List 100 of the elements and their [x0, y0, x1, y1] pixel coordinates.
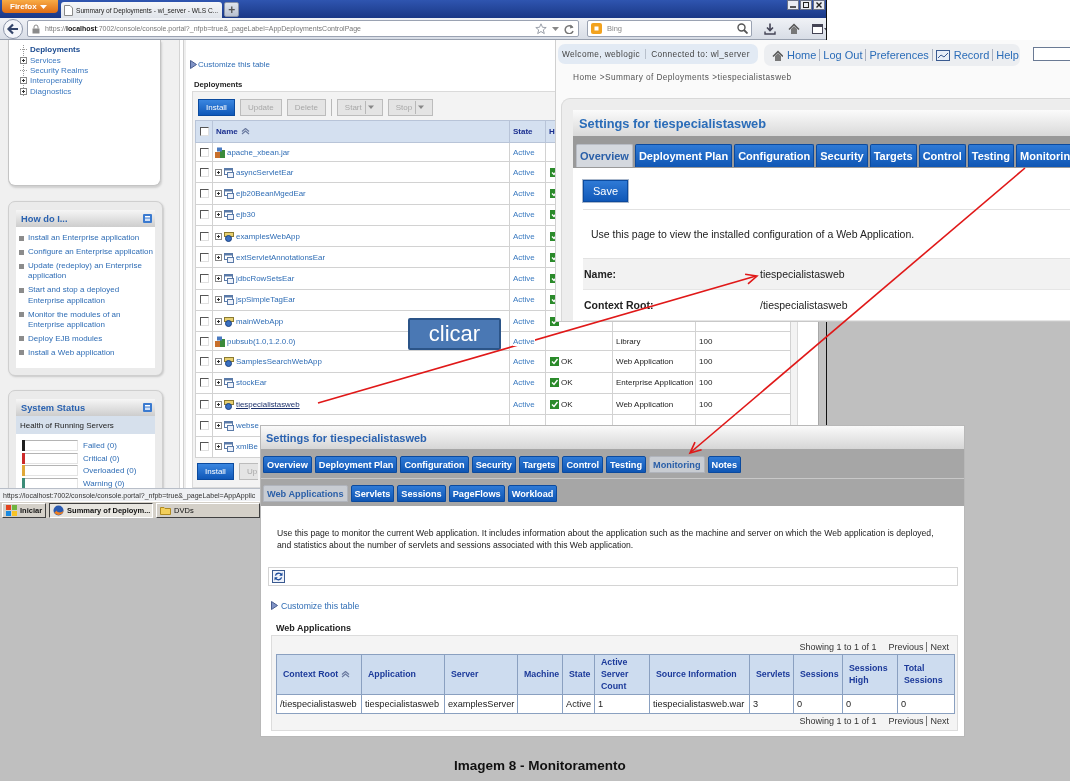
- state-link[interactable]: Active: [513, 210, 535, 220]
- close-icon[interactable]: [813, 0, 825, 10]
- star-icon[interactable]: [535, 22, 547, 35]
- restore-icon[interactable]: [800, 0, 812, 10]
- header-link[interactable]: Home: [772, 49, 820, 61]
- subtab[interactable]: Sessions: [397, 485, 446, 502]
- expand-icon[interactable]: [215, 379, 222, 387]
- row-checkbox[interactable]: [200, 252, 209, 262]
- tab[interactable]: Configuration: [734, 144, 815, 167]
- state-link[interactable]: Active: [513, 316, 535, 326]
- expand-icon[interactable]: [215, 296, 222, 304]
- state-link[interactable]: Active: [513, 274, 535, 284]
- column-header[interactable]: Application: [361, 654, 445, 695]
- column-header[interactable]: Sessions High: [842, 654, 898, 695]
- tree-item[interactable]: Services: [20, 54, 61, 66]
- sort-icon[interactable]: [240, 128, 250, 136]
- health-link[interactable]: Overloaded (0): [83, 466, 137, 476]
- tab[interactable]: Targets: [518, 456, 560, 473]
- row-checkbox[interactable]: [200, 188, 209, 198]
- how-to-link[interactable]: Configure an Enterprise application: [28, 247, 153, 258]
- search-icon[interactable]: [737, 23, 748, 34]
- tab[interactable]: Deployment Plan: [314, 456, 398, 473]
- state-link[interactable]: Active: [513, 231, 535, 241]
- tab[interactable]: Notes: [707, 456, 742, 473]
- tab[interactable]: Overview: [576, 144, 633, 167]
- row-checkbox[interactable]: [200, 336, 209, 346]
- select-all-checkbox[interactable]: [200, 127, 209, 136]
- expand-icon[interactable]: [215, 232, 222, 240]
- header-link[interactable]: Record: [931, 49, 993, 61]
- column-header[interactable]: Source Information: [649, 654, 750, 695]
- input-field[interactable]: [1033, 47, 1070, 61]
- expand-icon[interactable]: [20, 87, 27, 95]
- tab[interactable]: Configuration: [400, 456, 469, 473]
- next-link[interactable]: Next: [926, 641, 952, 652]
- tab[interactable]: Testing: [967, 144, 1015, 167]
- home-icon[interactable]: [788, 22, 800, 35]
- column-header[interactable]: Machine: [517, 654, 563, 695]
- expand-icon[interactable]: [215, 443, 222, 451]
- row-checkbox[interactable]: [200, 167, 209, 177]
- back-icon[interactable]: [3, 18, 23, 39]
- column-header[interactable]: Sessions: [793, 654, 843, 695]
- column-header[interactable]: State: [562, 654, 595, 695]
- page-menu-icon[interactable]: [812, 23, 826, 34]
- previous-link[interactable]: Previous: [885, 715, 927, 726]
- expand-icon[interactable]: [215, 317, 222, 325]
- dropdown-icon[interactable]: [552, 26, 559, 31]
- health-link[interactable]: Warning (0): [83, 479, 125, 488]
- row-checkbox[interactable]: [200, 357, 209, 366]
- expand-icon[interactable]: [215, 168, 222, 176]
- tab[interactable]: Security: [816, 144, 868, 167]
- expand-icon[interactable]: [215, 189, 222, 197]
- column-header[interactable]: Total Sessions: [897, 654, 955, 695]
- tree-item[interactable]: Interoperability: [20, 75, 83, 86]
- row-checkbox[interactable]: [200, 399, 209, 409]
- minimize-icon[interactable]: [787, 0, 799, 10]
- row-checkbox[interactable]: [200, 274, 209, 284]
- collapse-icon[interactable]: [143, 214, 152, 223]
- tab[interactable]: Deployment Plan: [634, 144, 733, 167]
- row-checkbox[interactable]: [200, 231, 209, 241]
- expand-icon[interactable]: [215, 211, 222, 219]
- state-link[interactable]: Active: [513, 336, 535, 346]
- breadcrumb-link[interactable]: tiespecialistasweb: [717, 71, 792, 83]
- state-link[interactable]: Active: [513, 399, 535, 409]
- state-link[interactable]: Active: [513, 147, 535, 157]
- subtab[interactable]: Servlets: [350, 485, 395, 502]
- tree-item[interactable]: Security Realms: [20, 65, 89, 76]
- expand-icon[interactable]: [215, 400, 222, 408]
- action-button[interactable]: Install: [198, 99, 235, 116]
- expand-icon[interactable]: [215, 275, 222, 283]
- column-header[interactable]: Active Server Count: [594, 654, 650, 695]
- column-header[interactable]: Server: [444, 654, 518, 695]
- next-link[interactable]: Next: [926, 715, 952, 726]
- column-header[interactable]: Context Root: [276, 654, 362, 695]
- row-checkbox[interactable]: [200, 316, 209, 326]
- expand-icon[interactable]: [215, 358, 222, 365]
- how-to-link[interactable]: Monitor the modules of an Enterprise application: [28, 309, 155, 331]
- tab[interactable]: Targets: [869, 144, 917, 167]
- health-link[interactable]: Critical (0): [83, 453, 120, 463]
- scrollbar[interactable]: [818, 322, 826, 425]
- column-header[interactable]: Name: [212, 120, 510, 143]
- subtab[interactable]: Web Applications: [263, 485, 348, 502]
- header-link[interactable]: Help: [992, 49, 1022, 61]
- state-link[interactable]: Active: [513, 357, 535, 366]
- save-button[interactable]: Save: [583, 180, 628, 202]
- reload-icon[interactable]: [564, 23, 574, 34]
- tab[interactable]: Testing: [606, 456, 647, 473]
- subtab[interactable]: Workload: [507, 485, 558, 502]
- expand-icon[interactable]: [20, 56, 27, 64]
- state-link[interactable]: Active: [513, 188, 535, 198]
- row-checkbox[interactable]: [200, 378, 209, 388]
- breadcrumb-link[interactable]: Home: [573, 71, 597, 83]
- download-icon[interactable]: [764, 22, 776, 35]
- health-link[interactable]: Failed (0): [83, 440, 117, 450]
- expand-icon[interactable]: [215, 421, 222, 429]
- previous-link[interactable]: Previous: [885, 641, 927, 652]
- header-link[interactable]: Preferences: [865, 49, 932, 61]
- new-tab-button[interactable]: +: [224, 2, 240, 17]
- sort-icon[interactable]: [341, 671, 351, 679]
- tree-item[interactable]: Deployments: [20, 44, 81, 55]
- row-checkbox[interactable]: [200, 420, 209, 430]
